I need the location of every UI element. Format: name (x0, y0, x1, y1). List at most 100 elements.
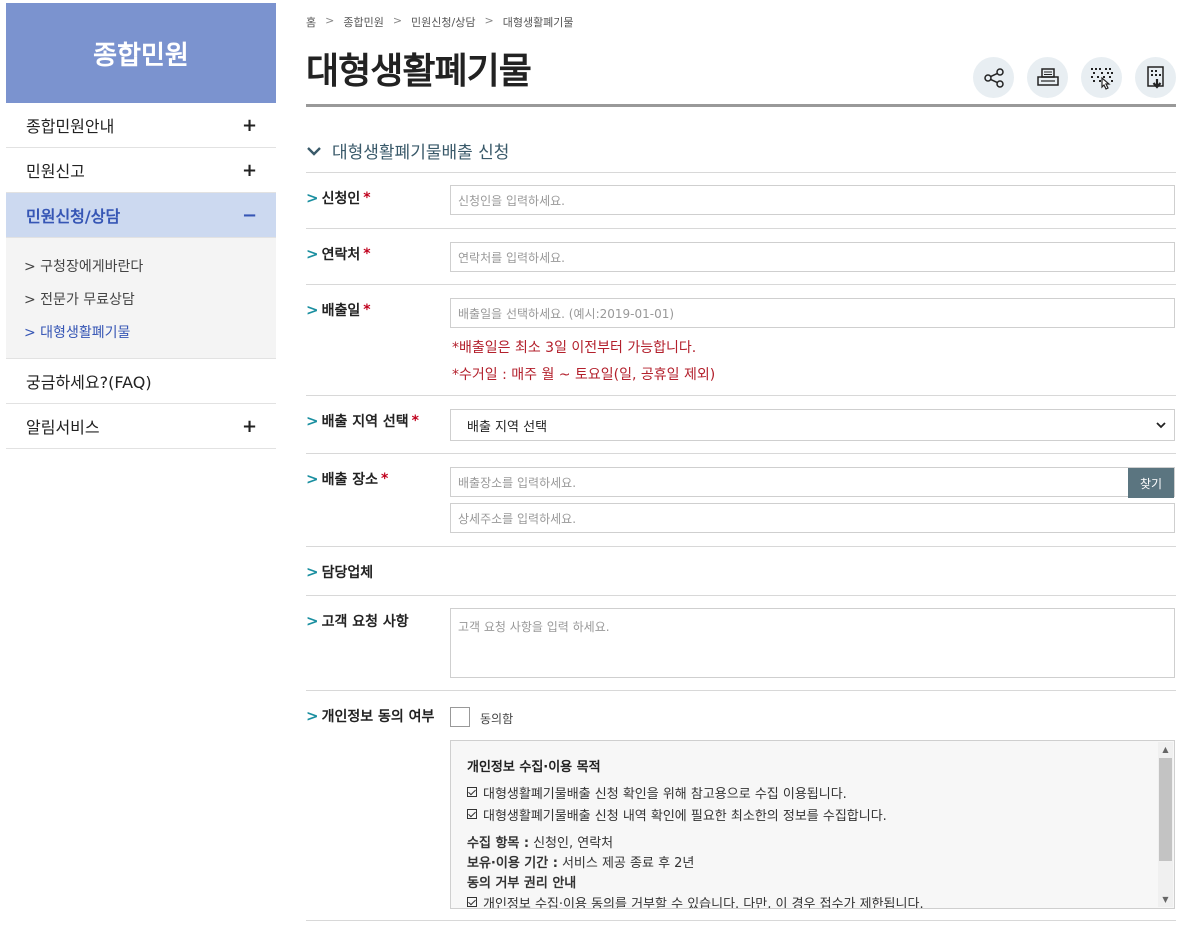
print-button[interactable] (1027, 57, 1068, 98)
agree-checkbox[interactable] (450, 707, 470, 727)
request-textarea[interactable]: 고객 요청 사항을 입력 하세요. (450, 608, 1175, 678)
qr-button[interactable] (1081, 57, 1122, 98)
field-label: > 배출 장소 * (306, 469, 388, 489)
field-label: > 담당업체 (306, 562, 373, 582)
arrow-icon: > (306, 412, 319, 430)
field-label: > 배출일 * (306, 300, 371, 320)
share-button[interactable] (973, 57, 1014, 98)
form-row-contact: > 연락처 * 연락처를 입력하세요. (306, 229, 1176, 285)
breadcrumb-separator: > (392, 14, 403, 27)
sidebar-title: 종합민원 (6, 3, 276, 103)
region-select[interactable]: 배출 지역 선택 (450, 409, 1175, 441)
privacy-purpose-title: 개인정보 수집·이용 목적 (467, 760, 601, 775)
checkbox-icon (467, 897, 477, 907)
place-placeholder: 배출장소를 입력하세요. (458, 475, 577, 490)
privacy-refuse-title-text: 동의 거부 권리 안내 (467, 875, 577, 891)
sidebar-item-report[interactable]: 민원신고 + (6, 148, 276, 193)
privacy-line-text: 개인정보 수집·이용 동의를 거부할 수 있습니다. 다만, 이 경우 접수가 … (483, 896, 924, 909)
date-note: *배출일은 최소 3일 이전부터 가능합니다. (452, 340, 697, 356)
privacy-purpose-line: 대형생활폐기물배출 신청 확인을 위해 참고용으로 수집 이용됩니다. (467, 781, 1147, 803)
section-title: 대형생활폐기물배출 신청 (332, 143, 510, 163)
page-title: 대형생활폐기물 (306, 51, 532, 92)
checkbox-icon (467, 809, 477, 819)
sidebar: 종합민원 종합민원안내 + 민원신고 + 민원신청/상담 − > 구청장에게바란… (6, 3, 276, 449)
applicant-label: 신청인 (321, 191, 361, 207)
contact-input[interactable]: 연락처를 입력하세요. (450, 242, 1175, 272)
qr-icon (1090, 67, 1113, 90)
privacy-items-key: 수집 항목 : (467, 835, 530, 851)
privacy-purpose-line: 대형생활폐기물배출 신청 내역 확인에 필요한 최소한의 정보를 수집합니다. (467, 803, 1147, 825)
privacy-label: 개인정보 동의 여부 (321, 709, 435, 725)
privacy-period-value: 서비스 제공 종료 후 2년 (561, 855, 695, 871)
form-row-company: > 담당업체 (306, 547, 1176, 596)
place-label: 배출 장소 (321, 472, 378, 488)
arrow-icon: > (306, 707, 319, 725)
field-label: > 고객 요청 사항 (306, 611, 409, 631)
required-mark: * (363, 190, 371, 206)
field-label: > 배출 지역 선택 * (306, 411, 419, 431)
required-mark: * (363, 246, 371, 262)
breadcrumb-item[interactable]: 민원신청/상담 (411, 14, 475, 30)
sidebar-item-alert[interactable]: 알림서비스 + (6, 404, 276, 449)
sidebar-item-label: 궁금하세요?(FAQ) (26, 373, 152, 392)
checkbox-icon (467, 787, 477, 797)
sidebar-subitem-mayor[interactable]: > 구청장에게바란다 (6, 249, 276, 282)
sidebar-subitem-consult[interactable]: > 전문가 무료상담 (6, 282, 276, 315)
date-input[interactable]: 배출일을 선택하세요. (예시:2019-01-01) (450, 298, 1175, 328)
breadcrumb-home[interactable]: 홈 (306, 14, 316, 30)
arrow-icon: > (306, 189, 319, 207)
company-label: 담당업체 (321, 565, 374, 581)
privacy-terms-box[interactable]: 개인정보 수집·이용 목적 대형생활폐기물배출 신청 확인을 위해 참고용으로 … (450, 740, 1175, 909)
scroll-up-icon[interactable]: ▲ (1158, 742, 1173, 757)
scroll-down-icon[interactable]: ▼ (1158, 892, 1173, 907)
field-label: > 연락처 * (306, 244, 371, 264)
privacy-line-text: 대형생활폐기물배출 신청 확인을 위해 참고용으로 수집 이용됩니다. (483, 786, 847, 802)
breadcrumb-separator: > (325, 14, 335, 27)
breadcrumb-current: 대형생활폐기물 (502, 16, 574, 29)
request-label: 고객 요청 사항 (321, 614, 409, 630)
form-row-privacy: > 개인정보 동의 여부 동의함 개인정보 수집·이용 목적 대형생활폐기물배출… (306, 691, 1176, 921)
field-label: > 개인정보 동의 여부 (306, 706, 434, 726)
privacy-refuse-title: 동의 거부 권리 안내 (467, 871, 1147, 891)
plus-icon: + (242, 114, 258, 136)
download-button[interactable] (1135, 57, 1176, 98)
breadcrumb-item[interactable]: 종합민원 (343, 14, 383, 30)
breadcrumb-separator: > (484, 14, 494, 27)
scroll-thumb[interactable] (1159, 758, 1172, 861)
privacy-line-text: 대형생활폐기물배출 신청 내역 확인에 필요한 최소한의 정보를 수집합니다. (483, 808, 887, 824)
required-mark: * (363, 302, 371, 318)
applicant-input[interactable]: 신청인을 입력하세요. (450, 185, 1175, 215)
download-icon (1146, 65, 1164, 89)
arrow-icon: > (306, 301, 319, 319)
form-row-region: > 배출 지역 선택 * 배출 지역 선택 (306, 396, 1176, 454)
form-row-applicant: > 신청인 * 신청인을 입력하세요. (306, 173, 1176, 229)
agree-label[interactable]: 동의함 (480, 710, 513, 727)
arrow-icon: > (306, 563, 319, 581)
sidebar-item-label: 민원신청/상담 (26, 207, 121, 226)
sidebar-subitem-waste[interactable]: > 대형생활폐기물 (6, 315, 276, 348)
sidebar-item-faq[interactable]: 궁금하세요?(FAQ) (6, 359, 276, 404)
contact-label: 연락처 (321, 247, 361, 263)
place-input[interactable]: 배출장소를 입력하세요. 찾기 (450, 467, 1175, 498)
sidebar-item-label: 민원신고 (26, 162, 85, 181)
region-select-value: 배출 지역 선택 (467, 419, 548, 435)
title-divider (306, 104, 1176, 107)
date-label: 배출일 (321, 303, 361, 319)
sidebar-item-label: 알림서비스 (26, 418, 100, 437)
minus-icon: − (242, 204, 258, 226)
privacy-terms-content: 개인정보 수집·이용 목적 대형생활폐기물배출 신청 확인을 위해 참고용으로 … (467, 756, 1147, 909)
sidebar-item-application[interactable]: 민원신청/상담 − (6, 193, 276, 238)
detail-address-input[interactable]: 상세주소를 입력하세요. (450, 503, 1175, 533)
sidebar-item-guide[interactable]: 종합민원안내 + (6, 103, 276, 148)
field-label: > 신청인 * (306, 188, 371, 208)
chevron-down-icon (1156, 422, 1166, 429)
required-mark: * (380, 471, 389, 487)
print-icon (1036, 67, 1059, 86)
sidebar-item-label: 종합민원안내 (26, 117, 115, 136)
plus-icon: + (242, 415, 258, 437)
privacy-scrollbar[interactable]: ▲ ▼ (1158, 742, 1173, 907)
section-header[interactable]: 대형생활폐기물배출 신청 (306, 138, 509, 163)
privacy-items-value: 신청인, 연락처 (533, 835, 614, 851)
find-address-button[interactable]: 찾기 (1128, 468, 1174, 498)
form-row-place: > 배출 장소 * 배출장소를 입력하세요. 찾기 상세주소를 입력하세요. (306, 454, 1176, 547)
